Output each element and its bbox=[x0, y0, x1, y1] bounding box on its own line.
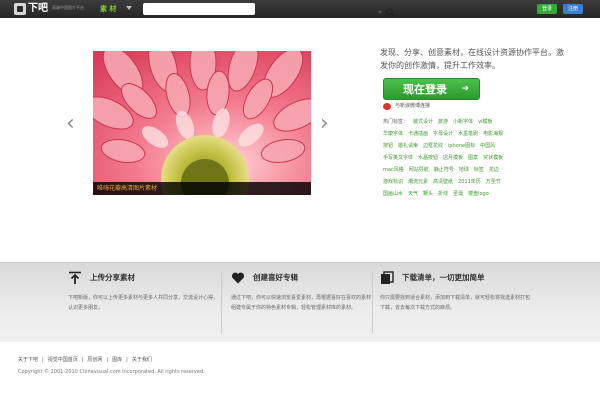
flower-photo bbox=[93, 51, 311, 195]
top-navigation-bar: 下吧 高端中国图片平台 素 材 登录 注册 bbox=[0, 0, 600, 18]
search-input[interactable] bbox=[145, 4, 233, 14]
tag-link[interactable]: 2011年历 bbox=[458, 179, 481, 185]
carousel-next-button[interactable]: › bbox=[320, 113, 329, 135]
hot-tags: 热门标签： 装式设计 旅游 小新字体 vi模板 华康字体 卡通插画 字母设计 水墨笔刷 电影海报… bbox=[383, 116, 553, 200]
tag-link[interactable]: 鞭头 bbox=[423, 191, 433, 197]
tag-link[interactable]: 图案 bbox=[468, 155, 478, 161]
tag-link[interactable]: 卡通插画 bbox=[408, 131, 428, 137]
tag-link[interactable]: 字母设计 bbox=[433, 131, 453, 137]
register-button[interactable]: 注册 bbox=[563, 4, 583, 14]
tag-link[interactable]: mac风格 bbox=[383, 167, 404, 173]
upload-icon bbox=[69, 271, 81, 284]
tag-link[interactable]: 水墨笔刷 bbox=[458, 131, 478, 137]
feature-title: 创建喜好专辑 bbox=[253, 273, 298, 282]
tag-link[interactable]: 按钮 bbox=[383, 143, 393, 149]
tag-link[interactable]: 婚礼请柬 bbox=[398, 143, 418, 149]
tag-link[interactable]: 边框花纹 bbox=[423, 143, 443, 149]
footer-link-home[interactable]: 视觉中国首页 bbox=[48, 357, 78, 363]
search-box bbox=[143, 3, 395, 17]
weibo-label: 与新浪微博连接 bbox=[395, 103, 431, 109]
tag-link[interactable]: 圣诞 bbox=[453, 191, 463, 197]
weibo-connect-link[interactable]: 与新浪微博连接 bbox=[383, 103, 430, 110]
main-login-label: 现在登录 bbox=[403, 83, 447, 96]
footer-separator: | bbox=[106, 357, 109, 363]
footer-separator: | bbox=[42, 357, 44, 363]
tag-link[interactable]: 电影海报 bbox=[483, 131, 503, 137]
tag-link[interactable]: 楼盘logo bbox=[468, 191, 489, 197]
search-dropdown-icon[interactable] bbox=[378, 11, 382, 14]
footer-links: 关于下吧 | 视觉中国首页 | 原创网 | 图库 | 关于我们 bbox=[18, 356, 156, 364]
tag-link[interactable]: 游戏标识 bbox=[383, 179, 403, 185]
footer-link-about-us[interactable]: 关于我们 bbox=[132, 357, 152, 363]
copyright: Copyright © 2001-2010 Chinavisual.com In… bbox=[18, 369, 205, 375]
chevron-down-icon[interactable] bbox=[126, 6, 132, 10]
tag-link[interactable]: 静止符号 bbox=[434, 167, 454, 173]
tag-link[interactable]: 水晶按钮 bbox=[418, 155, 438, 161]
tag-link[interactable]: 万圣节 bbox=[486, 179, 501, 185]
tag-link[interactable]: 折线 bbox=[438, 191, 448, 197]
tag-link[interactable]: 中国风 bbox=[480, 143, 495, 149]
feature-divider bbox=[372, 272, 373, 334]
footer-separator: | bbox=[126, 357, 128, 363]
tag-link[interactable]: 标签 bbox=[474, 167, 484, 173]
feature-title: 下载清单，一切更加简单 bbox=[402, 273, 485, 282]
feature-divider bbox=[221, 272, 222, 334]
tag-link[interactable]: 奖状模板 bbox=[483, 155, 503, 161]
tag-link[interactable]: 手写英文字体 bbox=[383, 155, 413, 161]
feature-description: 你只需要找到适合素材，添加到下载清单，就可轻松将找选素材打包下载，省去每次下载方… bbox=[380, 295, 531, 311]
footer-link-original[interactable]: 原创网 bbox=[87, 357, 102, 363]
tag-link[interactable]: 花边 bbox=[489, 167, 499, 173]
tag-link[interactable]: 华康字体 bbox=[383, 131, 403, 137]
category-selector[interactable]: 素 材 bbox=[100, 4, 116, 14]
tag-link[interactable]: 国画山水 bbox=[383, 191, 403, 197]
download-list-icon bbox=[381, 271, 394, 284]
tag-link[interactable]: iphone图标 bbox=[448, 143, 475, 149]
tag-link[interactable]: 网站导航 bbox=[409, 167, 429, 173]
carousel-prev-button[interactable]: ‹ bbox=[66, 113, 75, 135]
tag-link[interactable]: 小新字体 bbox=[453, 119, 473, 125]
heart-icon bbox=[231, 272, 245, 284]
hot-tags-title: 热门标签： bbox=[383, 119, 409, 125]
carousel-caption[interactable]: 唯嗨花瓣高清图片素材 bbox=[93, 182, 311, 195]
weibo-icon bbox=[383, 103, 391, 110]
logo-text: 下吧 bbox=[28, 3, 48, 14]
site-tagline: 发现、分享、创意素材，在线设计资源协作平台。激发你的创作激情，提升工作效率。 bbox=[380, 48, 564, 70]
footer-link-about[interactable]: 关于下吧 bbox=[18, 357, 38, 363]
logo-mark-icon bbox=[14, 3, 26, 15]
arrow-right-icon: ➜ bbox=[461, 84, 469, 94]
tag-link[interactable]: vi模板 bbox=[478, 119, 492, 125]
tag-link[interactable]: 天气 bbox=[408, 191, 418, 197]
tag-link[interactable]: 高清壁纸 bbox=[433, 179, 453, 185]
search-icon[interactable] bbox=[386, 8, 395, 17]
carousel-image[interactable]: 唯嗨花瓣高清图片素材 bbox=[93, 51, 311, 195]
login-button[interactable]: 登录 bbox=[537, 4, 557, 14]
tag-link[interactable]: 旅游 bbox=[438, 119, 448, 125]
footer-link-gallery[interactable]: 图库 bbox=[112, 357, 122, 363]
feature-description: 通过下吧，你可以快速浏览喜爱素材，再根据喜好在喜欢的素材组建专属于你的特色素材专… bbox=[231, 295, 372, 311]
main-login-button[interactable]: 现在登录 ➜ bbox=[383, 78, 480, 100]
logo-subtitle: 高端中国图片平台 bbox=[52, 5, 84, 10]
footer-separator: | bbox=[81, 357, 84, 363]
tag-link[interactable]: 地球 bbox=[459, 167, 469, 173]
site-logo[interactable]: 下吧 bbox=[14, 2, 48, 16]
tag-link[interactable]: 店月模板 bbox=[443, 155, 463, 161]
feature-title: 上传分享素材 bbox=[90, 273, 135, 282]
tag-link[interactable]: 潮流元素 bbox=[408, 179, 428, 185]
feature-description: 下吧新版，你可以上传更多素材与更多人共同分享，交流设计心得，认识更多朋友。 bbox=[68, 295, 219, 311]
tag-link[interactable]: 装式设计 bbox=[413, 119, 433, 125]
